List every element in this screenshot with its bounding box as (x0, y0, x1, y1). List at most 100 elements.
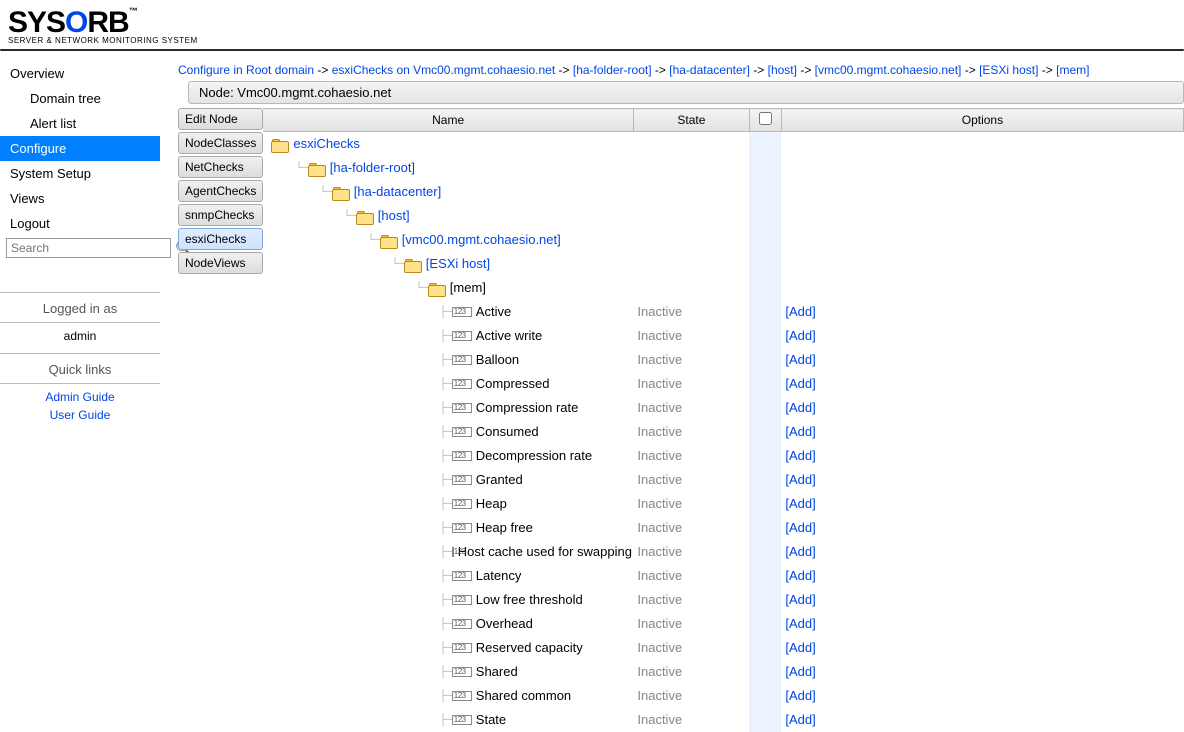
tree-leaf: Low free threshold (476, 592, 583, 607)
add-link[interactable]: [Add] (785, 640, 815, 655)
numeric-icon (452, 643, 472, 653)
add-link[interactable]: [Add] (785, 616, 815, 631)
sidebar: Overview Domain tree Alert list Configur… (0, 57, 160, 424)
folder-icon (271, 137, 289, 151)
nav-overview[interactable]: Overview (0, 61, 160, 86)
col-select (749, 109, 781, 132)
state-cell: Inactive (633, 372, 749, 396)
crumb-sep: -> (555, 63, 573, 77)
search-input[interactable] (6, 238, 171, 258)
tree-leaf: Compressed (476, 376, 550, 391)
numeric-icon (452, 667, 472, 677)
state-cell: Inactive (633, 684, 749, 708)
tree-leaf: Heap free (476, 520, 533, 535)
crumb-1[interactable]: esxiChecks on Vmc00.mgmt.cohaesio.net (332, 63, 555, 77)
tab-node-classes[interactable]: NodeClasses (178, 132, 263, 154)
state-cell: Inactive (633, 636, 749, 660)
crumb-3[interactable]: [ha-datacenter] (669, 63, 750, 77)
add-link[interactable]: [Add] (785, 544, 815, 559)
crumb-sep: -> (797, 63, 815, 77)
folder-icon (428, 281, 446, 295)
tree-branch[interactable]: [host] (378, 208, 410, 223)
link-admin-guide[interactable]: Admin Guide (0, 388, 160, 406)
crumb-sep: -> (961, 63, 979, 77)
folder-icon (308, 161, 326, 175)
numeric-icon (452, 523, 472, 533)
tree-leaf: Compression rate (476, 400, 579, 415)
tree-leaf: Shared common (476, 688, 571, 703)
divider (0, 49, 1184, 51)
add-link[interactable]: [Add] (785, 592, 815, 607)
logo-post: RB (87, 6, 128, 39)
add-link[interactable]: [Add] (785, 520, 815, 535)
tree-leaf: Heap (476, 496, 507, 511)
numeric-icon (452, 427, 472, 437)
check-table: Name State Options esxiChecks└─[ha-folde… (263, 108, 1184, 732)
tree-leaf: Active write (476, 328, 542, 343)
add-link[interactable]: [Add] (785, 568, 815, 583)
link-user-guide[interactable]: User Guide (0, 406, 160, 424)
crumb-5[interactable]: [vmc00.mgmt.cohaesio.net] (815, 63, 962, 77)
crumb-sep: -> (750, 63, 768, 77)
tab-net-checks[interactable]: NetChecks (178, 156, 263, 178)
numeric-icon (452, 331, 472, 341)
add-link[interactable]: [Add] (785, 400, 815, 415)
nav-domain-tree[interactable]: Domain tree (0, 86, 160, 111)
tree-leaf: Host cache used for swapping (458, 544, 632, 559)
add-link[interactable]: [Add] (785, 472, 815, 487)
tree-leaf: Balloon (476, 352, 519, 367)
crumb-2[interactable]: [ha-folder-root] (573, 63, 652, 77)
crumb-7[interactable]: [mem] (1056, 63, 1089, 77)
nav-views[interactable]: Views (0, 186, 160, 211)
tree-leaf: Granted (476, 472, 523, 487)
numeric-icon (452, 547, 454, 557)
tab-agent-checks[interactable]: AgentChecks (178, 180, 263, 202)
crumb-4[interactable]: [host] (768, 63, 797, 77)
tree-branch[interactable]: [ha-datacenter] (354, 184, 441, 199)
tree-branch[interactable]: [ha-folder-root] (330, 160, 415, 175)
state-cell: Inactive (633, 324, 749, 348)
nav-system-setup[interactable]: System Setup (0, 161, 160, 186)
add-link[interactable]: [Add] (785, 496, 815, 511)
add-link[interactable]: [Add] (785, 448, 815, 463)
tree-branch[interactable]: [vmc00.mgmt.cohaesio.net] (402, 232, 561, 247)
tree-branch[interactable]: [ESXi host] (426, 256, 490, 271)
numeric-icon (452, 691, 472, 701)
crumb-6[interactable]: [ESXi host] (979, 63, 1038, 77)
numeric-icon (452, 715, 472, 725)
logo-pre: SYS (8, 6, 65, 39)
state-cell: Inactive (633, 396, 749, 420)
add-link[interactable]: [Add] (785, 304, 815, 319)
numeric-icon (452, 619, 472, 629)
numeric-icon (452, 475, 472, 485)
tab-esxi-checks[interactable]: esxiChecks (178, 228, 263, 250)
add-link[interactable]: [Add] (785, 328, 815, 343)
nav-logout[interactable]: Logout (0, 211, 160, 236)
tree-branch[interactable]: esxiChecks (293, 136, 359, 151)
tab-node-views[interactable]: NodeViews (178, 252, 263, 274)
add-link[interactable]: [Add] (785, 424, 815, 439)
numeric-icon (452, 403, 472, 413)
nav-configure[interactable]: Configure (0, 136, 160, 161)
state-cell: Inactive (633, 708, 749, 732)
crumb-sep: -> (314, 63, 332, 77)
tab-snmp-checks[interactable]: snmpChecks (178, 204, 263, 226)
numeric-icon (452, 379, 472, 389)
tree-leaf: Overhead (476, 616, 533, 631)
select-all-checkbox[interactable] (759, 112, 772, 125)
nav-alert-list[interactable]: Alert list (0, 111, 160, 136)
numeric-icon (452, 595, 472, 605)
add-link[interactable]: [Add] (785, 664, 815, 679)
state-cell: Inactive (633, 444, 749, 468)
add-link[interactable]: [Add] (785, 376, 815, 391)
breadcrumb: Configure in Root domain -> esxiChecks o… (178, 61, 1184, 81)
add-link[interactable]: [Add] (785, 688, 815, 703)
state-cell: Inactive (633, 540, 749, 564)
folder-icon (356, 209, 374, 223)
numeric-icon (452, 307, 472, 317)
add-link[interactable]: [Add] (785, 352, 815, 367)
add-link[interactable]: [Add] (785, 712, 815, 727)
crumb-0[interactable]: Configure in Root domain (178, 63, 314, 77)
tab-edit-node[interactable]: Edit Node (178, 108, 263, 130)
tree-leaf: Reserved capacity (476, 640, 583, 655)
